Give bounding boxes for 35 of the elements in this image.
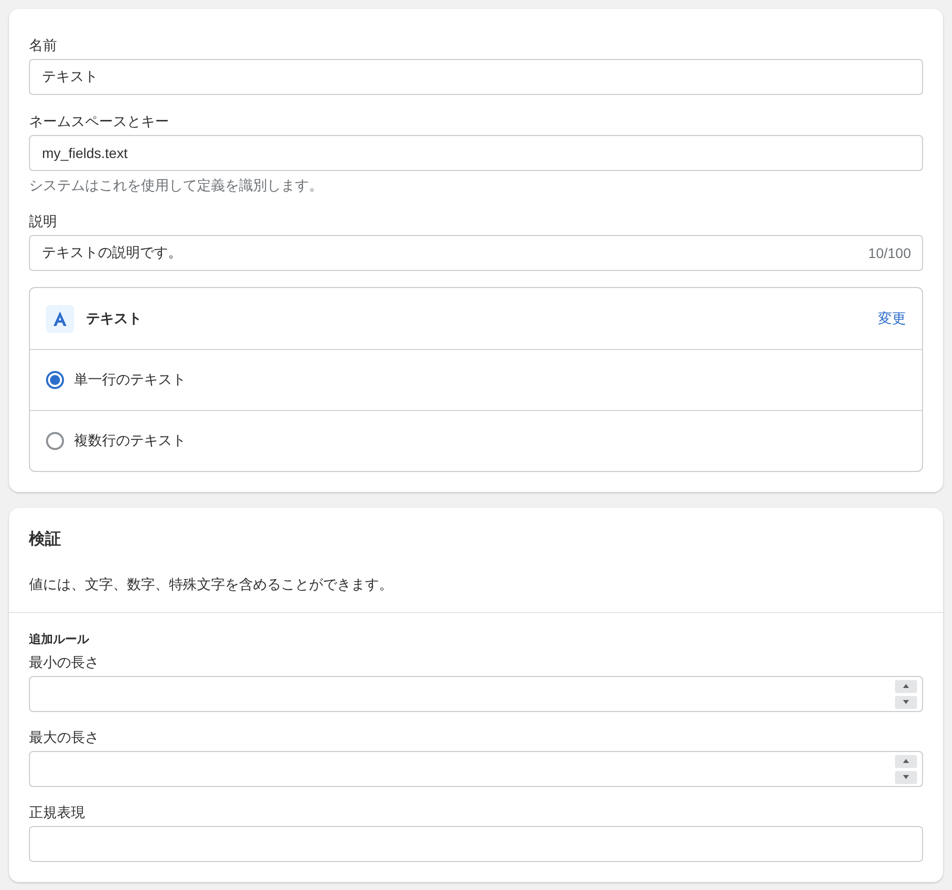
section-title: 検証 [29,529,61,550]
input-field[interactable]: テキスト [29,59,923,95]
help-text: システムはこれを使用して定義を識別します。 [29,176,323,195]
input-field[interactable] [29,826,923,862]
increment-button[interactable] [895,754,917,768]
letter-icon [46,304,74,332]
field-value: テキスト [42,68,99,86]
subheading: 追加ルール [29,631,89,647]
radio-label[interactable]: 複数行のテキスト [74,432,186,450]
type-title: テキスト [86,310,143,328]
decrement-button[interactable] [895,696,917,708]
field-label: ネームスペースとキー [29,112,169,131]
caret-up-icon [903,759,909,763]
character-counter: 10/100 [868,245,912,261]
field-label: 名前 [29,36,57,55]
caret-up-icon [903,684,909,688]
decrement-button[interactable] [895,770,917,784]
radio-button[interactable] [46,371,64,389]
field-label: 最大の長さ [29,728,99,747]
field-value: テキストの説明です。 [42,244,183,262]
input-field[interactable]: テキストの説明です。 10/100 [29,235,923,271]
increment-button[interactable] [895,680,917,692]
caret-down-icon [903,775,909,779]
radio-button[interactable] [46,432,64,450]
field-value: my_fields.text [42,145,129,161]
input-field[interactable] [29,676,923,712]
change-link[interactable]: 変更 [878,310,906,328]
field-label: 説明 [29,212,57,231]
input-field[interactable]: my_fields.text [29,135,923,171]
caret-down-icon [903,700,909,704]
field-label: 正規表現 [29,803,85,822]
field-label: 最小の長さ [29,653,99,672]
input-field[interactable] [29,751,923,787]
radio-label[interactable]: 単一行のテキスト [74,371,186,389]
section-description: 値には、文字、数字、特殊文字を含めることができます。 [29,575,393,594]
